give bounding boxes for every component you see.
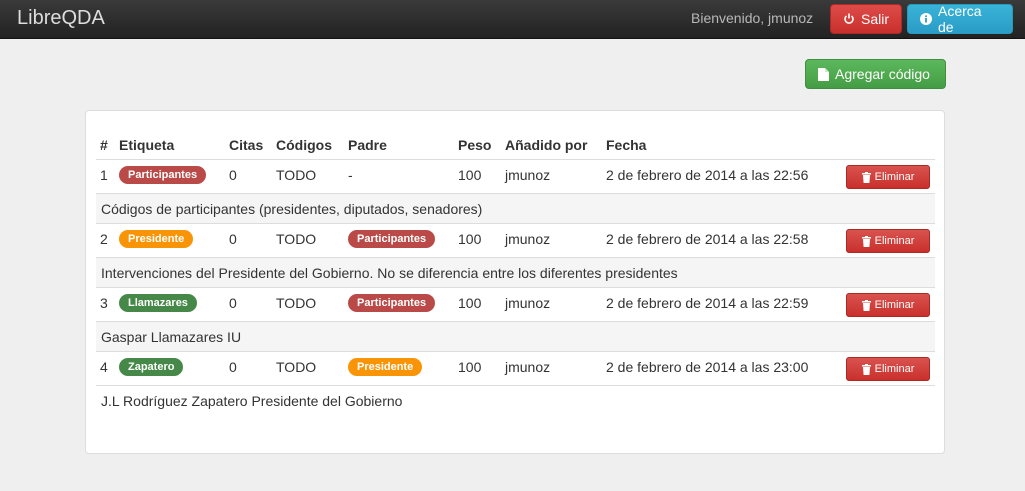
welcome-text: Bienvenido, jmunoz bbox=[691, 10, 814, 26]
row-number: 4 bbox=[100, 359, 108, 375]
citas-value: 0 bbox=[229, 295, 237, 311]
table-row: 3 Llamazares 0 TODO Participantes 100 jm… bbox=[96, 287, 935, 321]
date-value: 2 de febrero de 2014 a las 23:00 bbox=[606, 359, 809, 375]
header-anadido-por: Añadido por bbox=[505, 137, 588, 153]
codigos-value: TODO bbox=[276, 359, 317, 375]
about-label: Acerca de bbox=[938, 3, 982, 35]
parent-badge[interactable]: Participantes bbox=[348, 230, 436, 248]
date-value: 2 de febrero de 2014 a las 22:59 bbox=[606, 295, 809, 311]
delete-label: Eliminar bbox=[874, 363, 915, 375]
peso-value: 100 bbox=[458, 231, 482, 247]
delete-label: Eliminar bbox=[874, 171, 915, 183]
row-description: Códigos de participantes (presidentes, d… bbox=[96, 193, 935, 223]
citas-value: 0 bbox=[229, 231, 237, 247]
peso-value: 100 bbox=[458, 295, 482, 311]
codigos-value: TODO bbox=[276, 295, 317, 311]
citas-value: 0 bbox=[229, 359, 237, 375]
delete-button[interactable]: Eliminar bbox=[846, 357, 930, 381]
date-value: 2 de febrero de 2014 a las 22:56 bbox=[606, 167, 809, 183]
trash-icon bbox=[861, 299, 871, 311]
description-text: J.L Rodríguez Zapatero Presidente del Go… bbox=[101, 393, 403, 409]
logout-label: Salir bbox=[861, 11, 890, 27]
logout-button[interactable]: Salir bbox=[830, 4, 902, 34]
header-padre: Padre bbox=[348, 137, 387, 153]
author-value: jmunoz bbox=[505, 359, 551, 375]
delete-button[interactable]: Eliminar bbox=[846, 165, 930, 189]
code-label-badge[interactable]: Presidente bbox=[119, 230, 194, 248]
header-peso: Peso bbox=[458, 137, 492, 153]
table-row: 4 Zapatero 0 TODO Presidente 100 jmunoz … bbox=[96, 351, 935, 385]
parent-badge[interactable]: Participantes bbox=[348, 294, 436, 312]
header-codigos: Códigos bbox=[276, 137, 332, 153]
row-description: J.L Rodríguez Zapatero Presidente del Go… bbox=[96, 385, 935, 415]
code-label-badge[interactable]: Llamazares bbox=[119, 294, 197, 312]
peso-value: 100 bbox=[458, 167, 482, 183]
row-description: Gaspar Llamazares IU bbox=[96, 321, 935, 351]
parent-value: - bbox=[348, 167, 353, 183]
citas-value: 0 bbox=[229, 167, 237, 183]
delete-button[interactable]: Eliminar bbox=[846, 293, 930, 317]
row-description: Intervenciones del Presidente del Gobier… bbox=[96, 257, 935, 287]
trash-icon bbox=[861, 363, 871, 375]
description-text: Intervenciones del Presidente del Gobier… bbox=[101, 265, 678, 281]
app-brand[interactable]: LibreQDA bbox=[17, 7, 105, 30]
navbar: LibreQDA Bienvenido, jmunoz Salir Acerca… bbox=[0, 0, 1025, 39]
author-value: jmunoz bbox=[505, 231, 551, 247]
description-text: Gaspar Llamazares IU bbox=[101, 329, 242, 345]
code-label-badge[interactable]: Zapatero bbox=[119, 358, 184, 376]
codigos-value: TODO bbox=[276, 231, 317, 247]
author-value: jmunoz bbox=[505, 167, 551, 183]
about-button[interactable]: Acerca de bbox=[907, 3, 1013, 35]
codigos-value: TODO bbox=[276, 167, 317, 183]
delete-label: Eliminar bbox=[874, 299, 915, 311]
add-code-button[interactable]: Agregar código bbox=[805, 59, 946, 89]
codes-panel: # Etiqueta Citas Códigos Padre Peso Añad… bbox=[85, 110, 945, 454]
table-row: 1 Participantes 0 TODO - 100 jmunoz 2 de… bbox=[96, 159, 935, 193]
peso-value: 100 bbox=[458, 359, 482, 375]
trash-icon bbox=[861, 235, 871, 247]
file-icon bbox=[818, 67, 829, 81]
author-value: jmunoz bbox=[505, 295, 551, 311]
info-icon bbox=[920, 13, 932, 25]
header-fecha: Fecha bbox=[606, 137, 647, 153]
description-text: Códigos de participantes (presidentes, d… bbox=[101, 201, 483, 217]
row-number: 2 bbox=[100, 231, 108, 247]
delete-label: Eliminar bbox=[874, 235, 915, 247]
trash-icon bbox=[861, 171, 871, 183]
row-number: 1 bbox=[100, 167, 108, 183]
delete-button[interactable]: Eliminar bbox=[846, 229, 930, 253]
row-number: 3 bbox=[100, 295, 108, 311]
header-num: # bbox=[100, 137, 108, 153]
code-label-badge[interactable]: Participantes bbox=[119, 166, 207, 184]
header-citas: Citas bbox=[229, 137, 264, 153]
header-etiqueta: Etiqueta bbox=[119, 137, 175, 153]
table-row: 2 Presidente 0 TODO Participantes 100 jm… bbox=[96, 223, 935, 257]
parent-badge[interactable]: Presidente bbox=[348, 358, 423, 376]
date-value: 2 de febrero de 2014 a las 22:58 bbox=[606, 231, 809, 247]
power-icon bbox=[843, 13, 855, 25]
add-code-label: Agregar código bbox=[835, 66, 930, 82]
